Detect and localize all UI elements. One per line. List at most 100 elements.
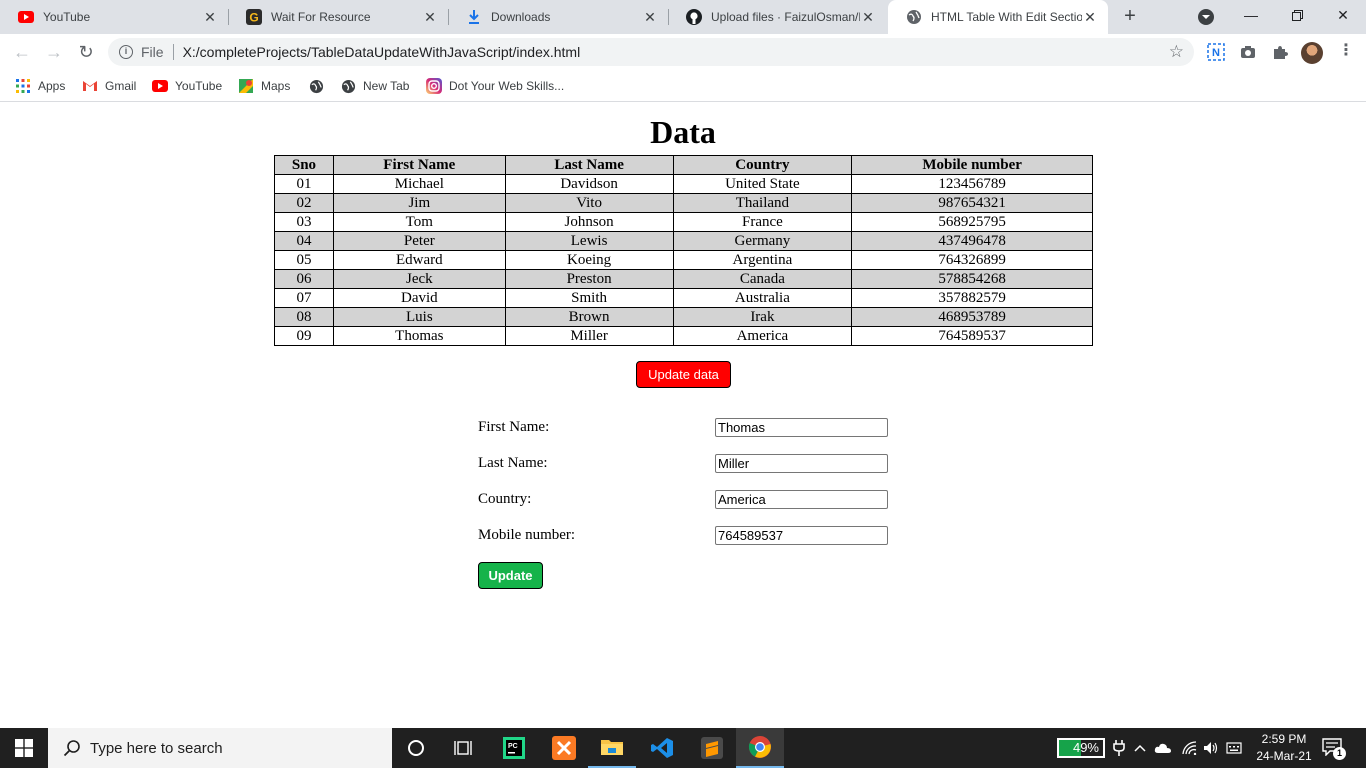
windows-taskbar: Type here to search PC 49% 2:59 PM 24-Ma… bbox=[0, 728, 1366, 768]
tab-title: Wait For Resource bbox=[271, 10, 371, 24]
notifications-icon[interactable]: 1 bbox=[1322, 738, 1346, 760]
globe-icon bbox=[340, 78, 356, 94]
tab-wait-for-resource[interactable]: G Wait For Resource ✕ bbox=[228, 0, 448, 34]
table-cell: America bbox=[672, 326, 853, 346]
close-tab-icon[interactable]: ✕ bbox=[422, 9, 438, 25]
bookmark-label: Gmail bbox=[105, 79, 137, 93]
table-row[interactable]: 06 Jeck Preston Canada 578854268 bbox=[274, 269, 1093, 289]
reload-icon[interactable]: ↻ bbox=[72, 38, 100, 66]
country-input[interactable] bbox=[715, 490, 888, 509]
clock-time: 2:59 PM bbox=[1261, 732, 1307, 746]
bookmark-gmail[interactable]: Gmail bbox=[82, 76, 136, 96]
minimize-button[interactable]: — bbox=[1228, 0, 1274, 30]
info-icon[interactable]: i bbox=[119, 45, 133, 59]
windows-start-icon[interactable] bbox=[0, 728, 48, 768]
vscode-icon[interactable] bbox=[638, 728, 686, 768]
youtube-icon bbox=[18, 9, 34, 25]
table-cell: David bbox=[332, 288, 506, 308]
camera-icon[interactable] bbox=[1239, 43, 1257, 61]
table-row[interactable]: 08 Luis Brown Irak 468953789 bbox=[274, 307, 1093, 327]
menu-kebab-icon[interactable]: ⋮ bbox=[1338, 43, 1354, 61]
table-row[interactable]: 04 Peter Lewis Germany 437496478 bbox=[274, 231, 1093, 251]
table-cell: 08 bbox=[274, 307, 334, 327]
bookmark-maps[interactable]: Maps bbox=[238, 76, 290, 96]
bookmark-label: Apps bbox=[38, 79, 66, 93]
g-icon: G bbox=[246, 9, 262, 25]
last-name-input[interactable] bbox=[715, 454, 888, 473]
table-cell: Jim bbox=[332, 193, 506, 213]
globe-icon bbox=[906, 9, 922, 25]
svg-text:G: G bbox=[249, 11, 258, 25]
bookmark-star-icon[interactable]: ☆ bbox=[1169, 42, 1184, 62]
cortana-icon[interactable] bbox=[392, 728, 440, 768]
close-window-button[interactable]: ✕ bbox=[1320, 0, 1366, 30]
bookmark-apps[interactable]: Apps bbox=[15, 76, 65, 96]
table-cell: France bbox=[672, 212, 853, 232]
table-cell: Vito bbox=[504, 193, 674, 213]
bookmark-youtube[interactable]: YouTube bbox=[152, 76, 222, 96]
chevron-up-icon[interactable] bbox=[1131, 738, 1149, 758]
tab-search-icon[interactable] bbox=[1198, 9, 1214, 25]
table-row[interactable]: 09 Thomas Miller America 764589537 bbox=[274, 326, 1093, 346]
extension-n-icon[interactable]: N bbox=[1207, 43, 1225, 61]
tab-downloads[interactable]: Downloads ✕ bbox=[448, 0, 668, 34]
chrome-icon[interactable] bbox=[736, 728, 784, 768]
extensions-puzzle-icon[interactable] bbox=[1271, 43, 1289, 61]
table-body: 01 Michael Davidson United State 123456789 02… bbox=[274, 174, 1093, 346]
pycharm-icon[interactable]: PC bbox=[490, 728, 538, 768]
table-cell: Peter bbox=[332, 231, 506, 251]
mobile-number-input[interactable] bbox=[715, 526, 888, 545]
close-tab-icon[interactable]: ✕ bbox=[1082, 9, 1098, 25]
divider bbox=[172, 44, 174, 60]
onedrive-cloud-icon[interactable] bbox=[1153, 738, 1173, 758]
tab-github-upload[interactable]: Upload files · FaizulOsman/M ✕ bbox=[668, 0, 886, 34]
system-clock[interactable]: 2:59 PM 24-Mar-21 bbox=[1246, 731, 1322, 765]
taskbar-search-box[interactable]: Type here to search bbox=[48, 728, 392, 768]
forward-arrow-icon[interactable]: → bbox=[40, 38, 68, 66]
bookmark-globe[interactable] bbox=[308, 76, 331, 96]
scheme-label: File bbox=[141, 44, 164, 60]
profile-avatar[interactable] bbox=[1301, 42, 1323, 64]
table-row[interactable]: 02 Jim Vito Thailand 987654321 bbox=[274, 193, 1093, 213]
table-row[interactable]: 05 Edward Koeing Argentina 764326899 bbox=[274, 250, 1093, 270]
tab-title: Downloads bbox=[491, 10, 551, 24]
bookmark-dot-your-web-skills[interactable]: Dot Your Web Skills... bbox=[426, 76, 564, 96]
battery-indicator[interactable]: 49% bbox=[1057, 738, 1105, 758]
file-explorer-icon[interactable] bbox=[588, 728, 636, 768]
browser-toolbar: ← → ↻ i File X:/completeProjects/TableDa… bbox=[0, 34, 1366, 70]
xampp-icon[interactable] bbox=[540, 728, 588, 768]
back-arrow-icon[interactable]: ← bbox=[8, 38, 36, 66]
update-button[interactable]: Update bbox=[478, 562, 543, 589]
bookmark-label: Dot Your Web Skills... bbox=[449, 79, 565, 93]
table-cell: 123456789 bbox=[851, 174, 1093, 194]
table-row[interactable]: 01 Michael Davidson United State 123456789 bbox=[274, 174, 1093, 194]
bookmark-new-tab[interactable]: New Tab bbox=[340, 76, 409, 96]
tab-title: HTML Table With Edit Section bbox=[931, 10, 1082, 24]
volume-icon[interactable] bbox=[1202, 738, 1220, 758]
close-tab-icon[interactable]: ✕ bbox=[202, 9, 218, 25]
table-row[interactable]: 07 David Smith Australia 357882579 bbox=[274, 288, 1093, 308]
restore-button[interactable] bbox=[1274, 0, 1320, 30]
address-bar[interactable]: i File X:/completeProjects/TableDataUpda… bbox=[108, 38, 1194, 66]
task-view-icon[interactable] bbox=[440, 728, 488, 768]
close-tab-icon[interactable]: ✕ bbox=[642, 9, 658, 25]
sublime-text-icon[interactable] bbox=[688, 728, 736, 768]
table-cell: Argentina bbox=[672, 250, 853, 270]
keyboard-ime-icon[interactable] bbox=[1225, 738, 1243, 758]
table-row[interactable]: 03 Tom Johnson France 568925795 bbox=[274, 212, 1093, 232]
table-cell: Johnson bbox=[504, 212, 674, 232]
update-data-button[interactable]: Update data bbox=[636, 361, 731, 388]
table-cell: Luis bbox=[332, 307, 506, 327]
table-cell: 03 bbox=[274, 212, 334, 232]
power-plug-icon[interactable] bbox=[1110, 738, 1128, 758]
tab-html-table-active[interactable]: HTML Table With Edit Section ✕ bbox=[888, 0, 1108, 34]
new-tab-button[interactable]: + bbox=[1118, 5, 1142, 29]
close-tab-icon[interactable]: ✕ bbox=[860, 9, 876, 25]
wifi-icon[interactable] bbox=[1180, 738, 1198, 758]
table-cell: Miller bbox=[504, 326, 674, 346]
url-text[interactable]: X:/completeProjects/TableDataUpdateWithJ… bbox=[183, 44, 581, 60]
bookmark-label: Maps bbox=[261, 79, 291, 93]
first-name-input[interactable] bbox=[715, 418, 888, 437]
tab-youtube[interactable]: YouTube ✕ bbox=[0, 0, 228, 34]
table-cell: 764326899 bbox=[851, 250, 1093, 270]
